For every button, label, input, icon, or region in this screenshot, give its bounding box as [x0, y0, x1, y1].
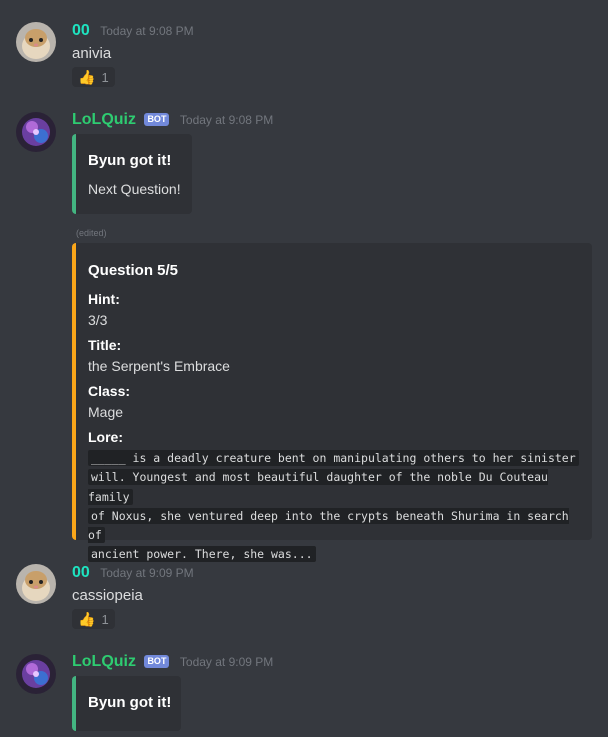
avatar[interactable] — [16, 22, 56, 62]
embed-description: Next Question! — [88, 181, 181, 197]
timestamp: Today at 9:08 PM — [179, 113, 274, 127]
message-header: 00 Today at 9:08 PM — [72, 22, 194, 40]
message-text: cassiopeia — [72, 587, 143, 604]
lore-code-block: _____ is a deadly creature bent on manip… — [88, 449, 588, 565]
username[interactable]: LoLQuiz — [72, 653, 136, 670]
embed-title: Byun got it! — [88, 694, 172, 711]
field-hint-name: Hint: — [88, 291, 120, 307]
hamster-avatar-icon — [16, 564, 56, 604]
embed: Byun got it! — [72, 676, 181, 731]
reaction-button[interactable]: 👍 1 — [72, 609, 115, 629]
avatar[interactable] — [16, 654, 56, 694]
timestamp: Today at 9:09 PM — [179, 655, 274, 669]
lolquiz-avatar-icon — [16, 112, 56, 152]
avatar[interactable] — [16, 112, 56, 152]
username[interactable]: 00 — [72, 22, 90, 39]
lore-line: of Noxus, she ventured deep into the cry… — [88, 507, 569, 544]
field-title-value: the Serpent's Embrace — [88, 358, 230, 374]
question-embed: Question 5/5 Hint: 3/3 Title: the Serpen… — [72, 243, 592, 563]
field-class-value: Mage — [88, 404, 124, 420]
message-header: LoLQuiz BOT Today at 9:08 PM — [72, 111, 273, 129]
reaction-button[interactable]: 👍 1 — [72, 67, 115, 87]
field-title-name: Title: — [88, 337, 122, 353]
embed: Byun got it! Next Question! — [72, 134, 192, 214]
lore-line: _____ is a deadly creature bent on manip… — [88, 450, 579, 466]
field-class-name: Class: — [88, 383, 131, 399]
avatar[interactable] — [16, 564, 56, 604]
thumbs-up-icon: 👍 — [78, 611, 96, 627]
bot-badge: BOT — [144, 113, 170, 126]
reaction-count: 1 — [101, 69, 109, 85]
username[interactable]: LoLQuiz — [72, 111, 136, 128]
lore-line: ancient power. There, she was... — [88, 546, 316, 563]
message-header: 00 Today at 9:09 PM — [72, 564, 194, 582]
field-lore-name: Lore: — [88, 429, 123, 445]
embed-title: Byun got it! — [88, 152, 172, 169]
timestamp: Today at 9:09 PM — [100, 566, 194, 580]
reaction-count: 1 — [101, 611, 109, 627]
bot-badge: BOT — [144, 655, 170, 668]
timestamp: Today at 9:08 PM — [100, 24, 194, 38]
hamster-avatar-icon — [16, 22, 56, 62]
lolquiz-avatar-icon — [16, 654, 56, 694]
lore-line: will. Youngest and most beautiful daught… — [88, 469, 548, 505]
username[interactable]: 00 — [72, 564, 90, 581]
thumbs-up-icon: 👍 — [78, 69, 96, 85]
message-header: LoLQuiz BOT Today at 9:09 PM — [72, 653, 273, 671]
edited-label: (edited) — [76, 228, 107, 238]
message-text: anivia — [72, 45, 112, 62]
field-hint-value: 3/3 — [88, 312, 108, 328]
question-title: Question 5/5 — [88, 262, 179, 279]
